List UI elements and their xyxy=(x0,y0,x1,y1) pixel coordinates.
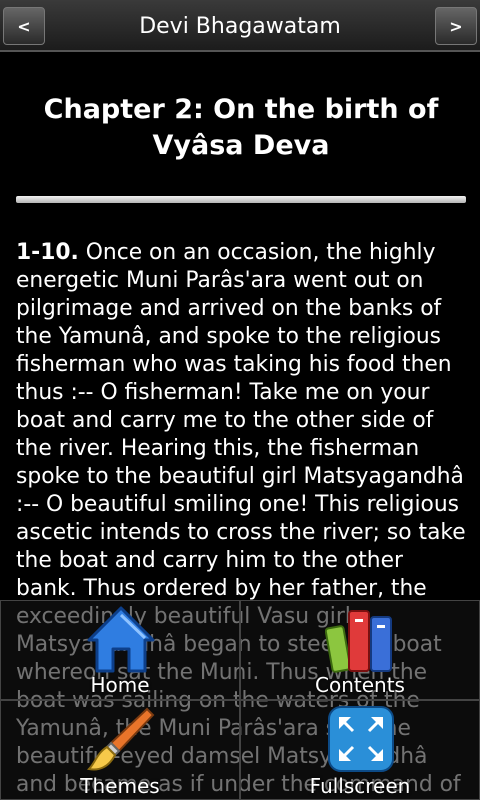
next-chapter-button[interactable]: > xyxy=(435,7,477,45)
top-bar: < Devi Bhagawatam > xyxy=(0,0,480,52)
fullscreen-icon xyxy=(328,706,394,772)
fullscreen-label: Fullscreen xyxy=(309,774,411,798)
themes-menu-item[interactable]: Themes xyxy=(0,700,240,800)
home-label: Home xyxy=(90,673,150,697)
books-icon xyxy=(325,610,392,673)
fullscreen-menu-item[interactable]: Fullscreen xyxy=(240,700,480,800)
contents-menu-item[interactable]: Contents xyxy=(240,600,480,700)
options-menu: Home Contents Themes Fullscreen xyxy=(0,600,480,800)
home-icon xyxy=(87,606,155,673)
chapter-title: Chapter 2: On the birth of Vyâsa Deva xyxy=(43,94,439,161)
previous-chapter-button[interactable]: < xyxy=(3,7,45,45)
contents-label: Contents xyxy=(315,673,405,697)
themes-label: Themes xyxy=(80,774,160,798)
verse-number: 1-10. xyxy=(16,240,79,265)
home-menu-item[interactable]: Home xyxy=(0,600,240,700)
title-divider xyxy=(16,196,466,203)
paintbrush-icon xyxy=(86,707,155,771)
app-title: Devi Bhagawatam xyxy=(139,14,341,39)
